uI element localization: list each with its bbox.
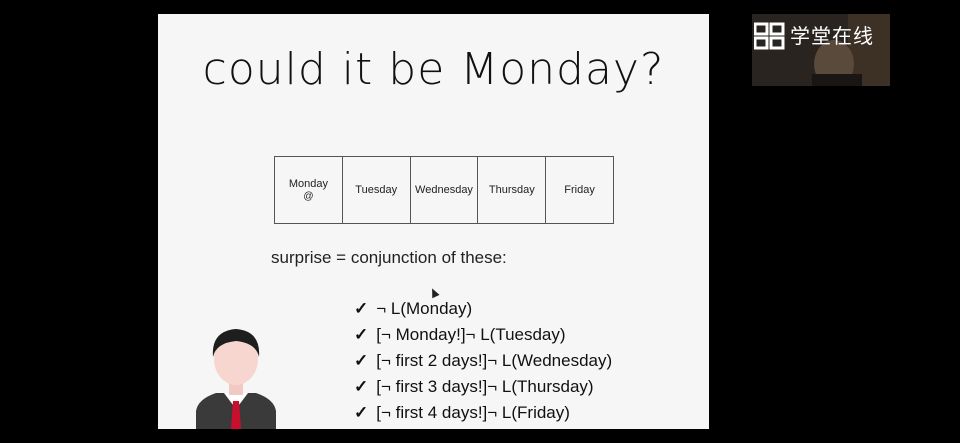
video-overlay-logo: 学堂在线 xyxy=(752,14,890,86)
day-label: Wednesday xyxy=(415,184,473,196)
day-cell-thursday: Thursday xyxy=(477,157,545,223)
businessman-avatar-icon xyxy=(196,329,276,429)
lecture-slide: could it be Monday? Monday @ Tuesday Wed… xyxy=(158,14,709,429)
day-label: Monday xyxy=(288,178,328,190)
xuetangx-logo-icon xyxy=(754,22,785,50)
day-cell-tuesday: Tuesday xyxy=(341,157,410,223)
clause-item: ✓ [¬ first 2 days!]¬ L(Wednesday) xyxy=(354,348,612,374)
surprise-definition: surprise = conjunction of these: xyxy=(271,248,507,267)
clause-list: ✓ ¬ L(Monday) ✓ [¬ Monday!]¬ L(Tuesday) ✓ [… xyxy=(354,296,612,426)
day-label: Friday xyxy=(564,184,595,196)
clause-text: [¬ first 3 days!]¬ L(Thursday) xyxy=(376,377,594,396)
day-cell-friday: Friday xyxy=(545,157,613,223)
clause-item: ✓ [¬ Monday!]¬ L(Tuesday) xyxy=(354,322,612,348)
day-cell-wednesday: Wednesday xyxy=(409,157,478,223)
checkmark-icon: ✓ xyxy=(354,299,369,318)
slide-title: could it be Monday? xyxy=(202,44,665,95)
day-label: Tuesday xyxy=(355,184,398,196)
days-table: Monday @ Tuesday Wednesday Thursday Frid… xyxy=(274,156,614,224)
at-mark: @ xyxy=(303,191,314,202)
checkmark-icon: ✓ xyxy=(354,325,369,344)
day-label: Thursday xyxy=(488,184,535,196)
checkmark-icon: ✓ xyxy=(354,377,369,396)
checkmark-icon: ✓ xyxy=(354,351,369,370)
clause-text: [¬ first 2 days!]¬ L(Wednesday) xyxy=(376,351,613,370)
clause-text: ¬ L(Monday) xyxy=(376,299,473,318)
clause-item: ✓ ¬ L(Monday) xyxy=(354,296,612,322)
clause-text: [¬ Monday!]¬ L(Tuesday) xyxy=(376,325,566,344)
clause-item: ✓ [¬ first 4 days!]¬ L(Friday) xyxy=(354,400,612,426)
day-cell-monday: Monday @ xyxy=(275,157,342,223)
clause-item: ✓ [¬ first 3 days!]¬ L(Thursday) xyxy=(354,374,612,400)
watermark-text: 学堂在线 xyxy=(790,24,874,48)
checkmark-icon: ✓ xyxy=(354,403,369,422)
clause-text: [¬ first 4 days!]¬ L(Friday) xyxy=(376,403,570,422)
